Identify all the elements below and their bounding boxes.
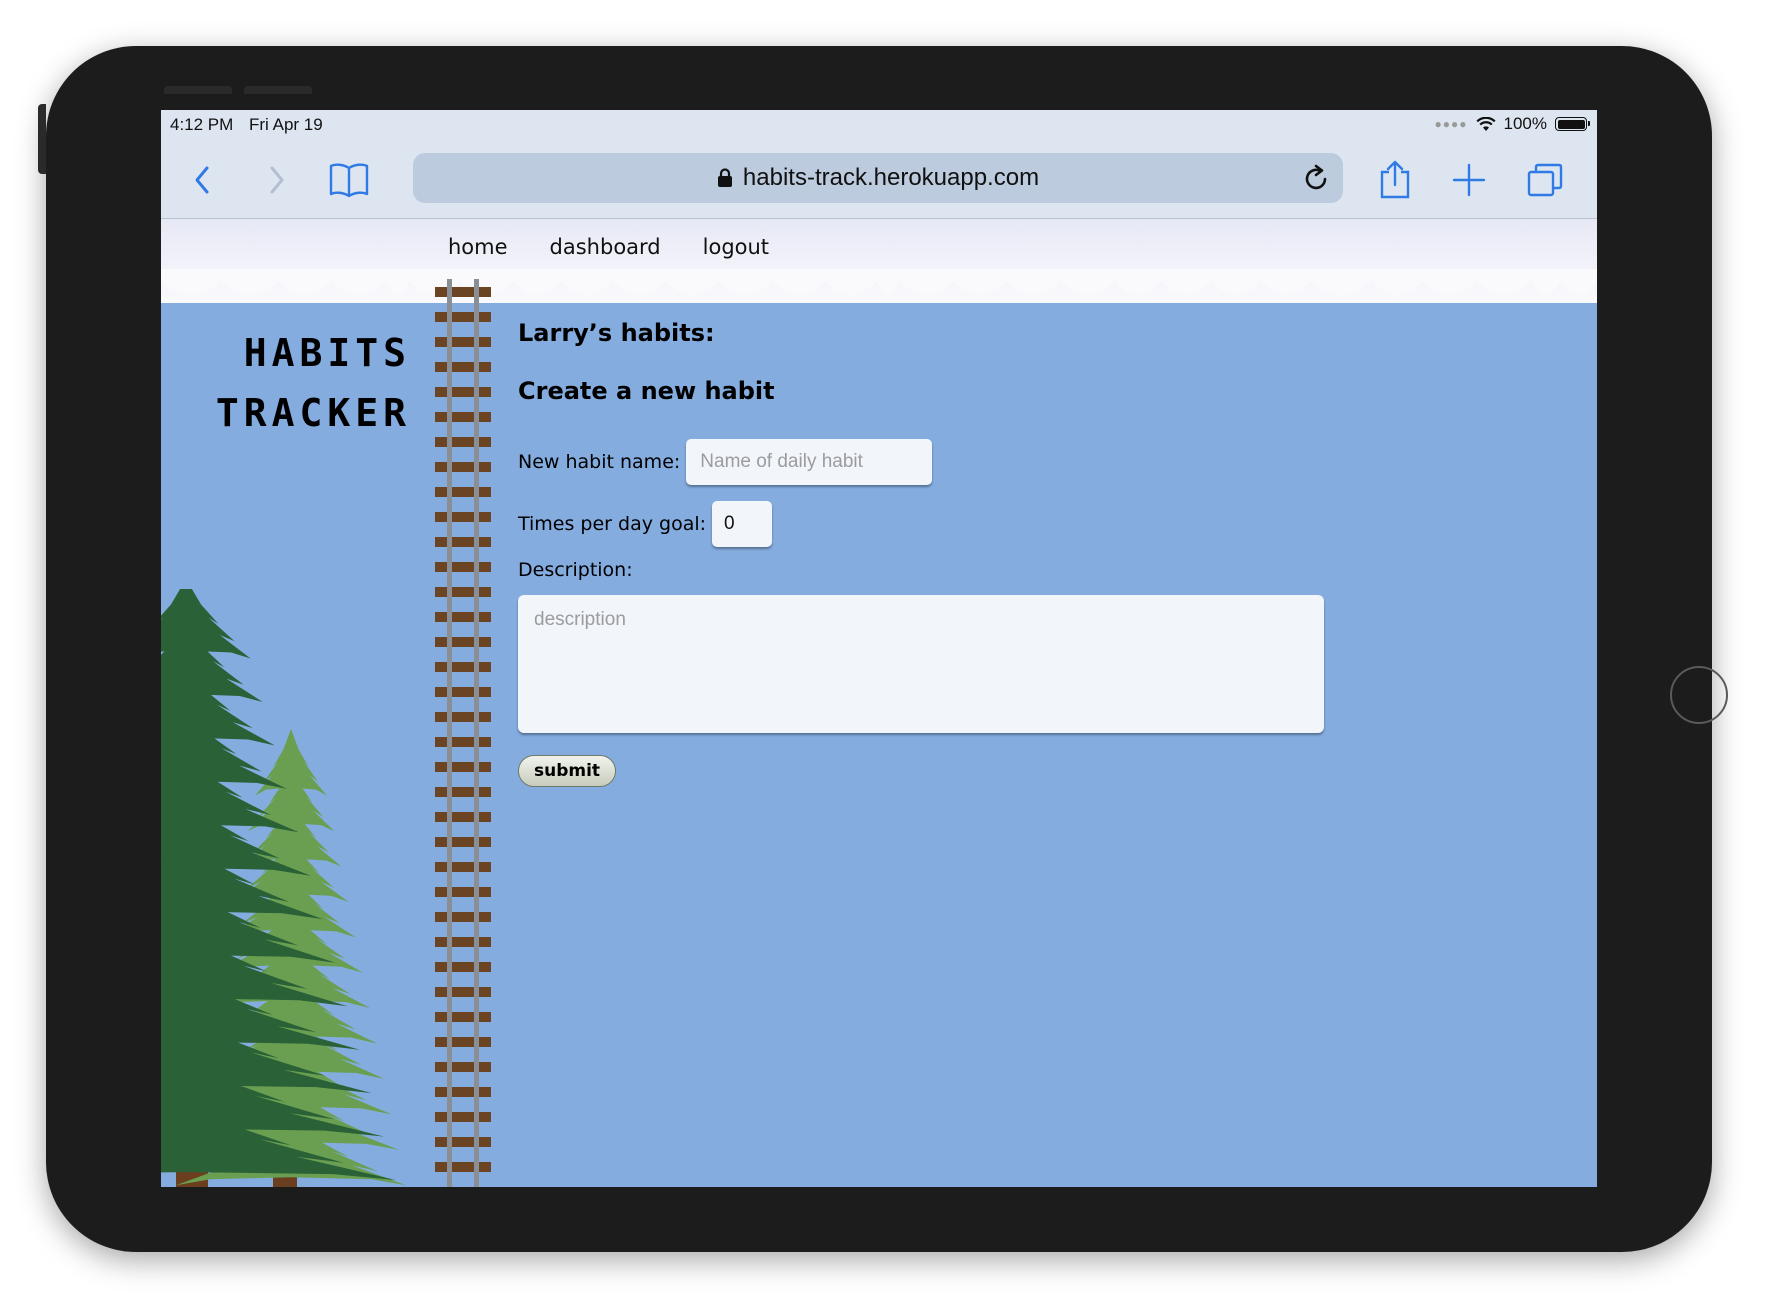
nav-dashboard-link[interactable]: dashboard <box>550 235 661 259</box>
battery-percent: 100% <box>1503 114 1547 133</box>
description-label: Description: <box>518 559 633 581</box>
bookmarks-icon[interactable] <box>325 156 373 204</box>
hardware-button <box>164 86 232 94</box>
habit-name-placeholder: Name of daily habit <box>700 451 863 472</box>
page-title: Larry’s habits: <box>518 319 715 347</box>
home-button[interactable] <box>1670 666 1728 724</box>
side-button <box>38 104 46 174</box>
tabs-icon[interactable] <box>1521 156 1569 204</box>
goal-input[interactable]: 0 <box>712 501 773 547</box>
forward-icon[interactable] <box>252 156 300 204</box>
description-placeholder: description <box>534 609 626 630</box>
back-icon[interactable] <box>179 156 227 204</box>
address-bar[interactable]: habits-track.herokuapp.com <box>413 153 1343 203</box>
status-date: Fri Apr 19 <box>249 115 323 134</box>
site-logo: HABITS TRACKER <box>179 323 411 443</box>
submit-button[interactable]: submit <box>518 755 616 787</box>
habit-name-row: New habit name: Name of daily habit <box>518 439 933 485</box>
goal-label: Times per day goal: <box>518 513 707 535</box>
share-icon[interactable] <box>1371 156 1419 204</box>
new-tab-icon[interactable] <box>1445 156 1493 204</box>
nav-home-link[interactable]: home <box>448 235 508 259</box>
railroad-tracks-illustration <box>435 279 491 1187</box>
logo-line-2: TRACKER <box>215 391 411 435</box>
battery-icon <box>1555 117 1590 131</box>
pine-trees-illustration <box>161 589 406 1187</box>
habit-name-input[interactable]: Name of daily habit <box>686 439 933 485</box>
reload-icon[interactable] <box>1301 163 1331 193</box>
signal-icon: ●●●● <box>1434 117 1468 131</box>
status-indicators: ●●●● 100% <box>1434 114 1590 134</box>
cloud-border <box>161 269 1597 295</box>
status-time: 4:12 PM <box>170 115 234 134</box>
habit-name-label: New habit name: <box>518 451 681 473</box>
nav-logout-link[interactable]: logout <box>703 235 769 259</box>
web-page: home dashboard logout HABITS TRACKER Lar… <box>161 219 1597 1187</box>
goal-row: Times per day goal: 0 <box>518 501 773 547</box>
url-text: habits-track.herokuapp.com <box>742 164 1040 191</box>
screen: 4:12 PM Fri Apr 19 ●●●● 100% habits-trac… <box>161 110 1597 1187</box>
wifi-icon <box>1475 116 1496 131</box>
hardware-button <box>244 86 312 94</box>
logo-line-1: HABITS <box>243 331 411 375</box>
form-title: Create a new habit <box>518 377 775 405</box>
browser-toolbar: habits-track.herokuapp.com <box>161 140 1597 219</box>
status-bar: 4:12 PM Fri Apr 19 ●●●● 100% <box>161 110 1597 140</box>
goal-value: 0 <box>724 513 735 534</box>
lock-icon <box>717 168 732 187</box>
description-textarea[interactable]: description <box>518 595 1324 733</box>
